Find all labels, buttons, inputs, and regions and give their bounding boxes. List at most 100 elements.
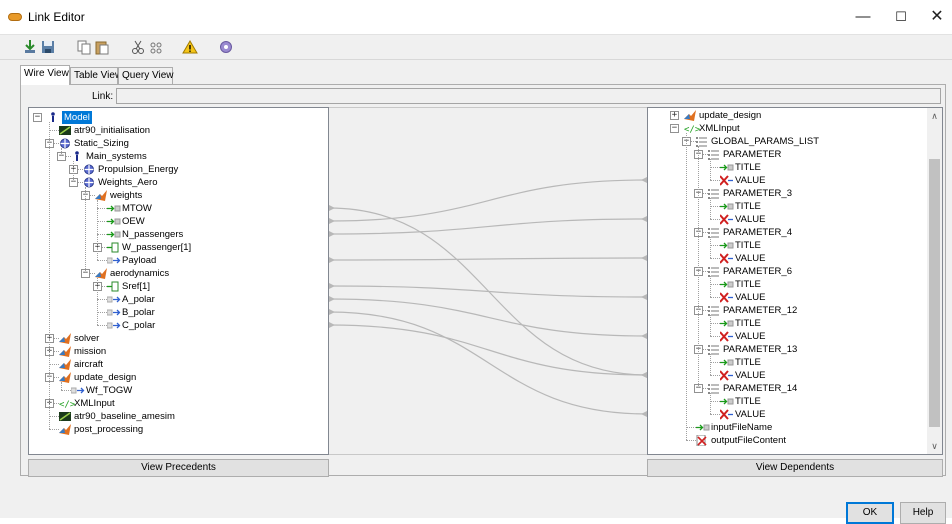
tree-node[interactable]: PARAMETER_13 [708, 343, 797, 356]
expand-icon[interactable]: + [670, 111, 679, 120]
tree-node[interactable]: solver [59, 332, 99, 345]
tree-node[interactable]: C_polar [106, 319, 155, 332]
save-icon[interactable] [40, 39, 56, 55]
close-button[interactable]: ✕ [920, 4, 952, 30]
cut-icon[interactable] [130, 39, 146, 55]
view-dependents-button[interactable]: View Dependents [647, 459, 943, 477]
tree-node[interactable]: W_passenger[1] [107, 241, 191, 254]
tree-node-label: PARAMETER_13 [723, 344, 798, 355]
tree-node[interactable]: </> XMLInput [684, 122, 740, 135]
tree-node-label: VALUE [735, 409, 766, 420]
tree-node[interactable]: TITLE [720, 317, 761, 330]
tree-node[interactable]: VALUE [719, 252, 766, 265]
tree-node[interactable]: TITLE [720, 239, 761, 252]
tree-node[interactable]: VALUE [719, 291, 765, 304]
settings-icon[interactable] [218, 39, 234, 55]
tree-node[interactable]: Sref[1] [107, 280, 150, 293]
tree-node[interactable]: Payload [106, 254, 156, 267]
warning-icon[interactable] [182, 39, 198, 55]
tree-node[interactable]: mission [59, 345, 106, 358]
tree-node[interactable]: outputFileContent [696, 434, 786, 447]
wire-canvas [328, 107, 648, 455]
tree-node[interactable]: PARAMETER_12 [708, 304, 797, 317]
link-icon[interactable] [148, 39, 164, 55]
tree-node[interactable]: VALUE [719, 213, 765, 226]
tree-node[interactable]: GLOBAL_PARAMS_LIST [696, 135, 819, 148]
tree-node[interactable]: OEW [107, 215, 145, 228]
tree-node[interactable]: TITLE [720, 161, 761, 174]
scroll-up-icon[interactable]: ∧ [927, 108, 942, 124]
tree-node-label: aircraft [74, 359, 104, 370]
tree-node[interactable]: Static_Sizing [59, 137, 129, 150]
tree-node[interactable]: post_processing [59, 423, 143, 436]
tree-node[interactable]: VALUE [719, 330, 766, 343]
tree-node[interactable]: weights [95, 189, 142, 202]
link-wire[interactable] [328, 257, 648, 261]
link-start-marker [329, 218, 335, 224]
link-wire[interactable] [328, 179, 648, 222]
tree-node[interactable]: A_polar [106, 293, 155, 306]
tree-node[interactable]: MTOW [107, 202, 152, 215]
collapse-icon[interactable]: − [33, 113, 42, 122]
collapse-icon[interactable]: − [670, 124, 679, 133]
tree-node-label: VALUE [735, 331, 766, 342]
link-wire[interactable] [328, 285, 648, 298]
tree-node[interactable]: atr90_initialisation [59, 124, 150, 137]
maximize-button[interactable]: ☐ [884, 4, 918, 30]
ok-button[interactable]: OK [846, 502, 894, 524]
tree-node[interactable]: atr90_baseline_amesim [59, 410, 175, 423]
tree-node-label: VALUE [735, 253, 766, 264]
tree-node[interactable]: aircraft [59, 358, 103, 371]
matlab-icon [59, 424, 71, 435]
tree-node[interactable]: Wf_TOGW [70, 384, 132, 397]
view-precedents-button[interactable]: View Precedents [28, 459, 329, 477]
tree-node[interactable]: Model [47, 111, 92, 124]
link-start-marker [329, 322, 335, 328]
import-icon[interactable] [22, 39, 38, 55]
tree-node[interactable]: B_polar [106, 306, 155, 319]
tree-node[interactable]: PARAMETER_6 [708, 265, 792, 278]
tree-node[interactable]: TITLE [720, 395, 761, 408]
vertical-scrollbar[interactable]: ∧ ∨ [927, 108, 942, 454]
tree-node[interactable]: Weights_Aero [83, 176, 158, 189]
link-field[interactable] [116, 88, 941, 104]
tree-guide [710, 393, 711, 414]
paste-icon[interactable] [94, 39, 110, 55]
tree-node[interactable]: N_passengers [107, 228, 183, 241]
tree-node[interactable]: inputFileName [696, 421, 772, 434]
copy-icon[interactable] [76, 39, 92, 55]
tree-node[interactable]: Main_systems [71, 150, 147, 163]
link-wire[interactable] [328, 298, 648, 337]
tree-node[interactable]: PARAMETER_4 [708, 226, 792, 239]
tab-query-view[interactable]: Query View [118, 67, 174, 84]
link-wire[interactable] [328, 324, 648, 376]
dependents-tree[interactable]: + update_design − </> XMLInput − GLOBAL_PARAMS… [647, 107, 943, 455]
tree-node[interactable]: Propulsion_Energy [83, 163, 178, 176]
link-wire[interactable] [328, 218, 648, 235]
tree-guide [97, 312, 107, 313]
tree-node[interactable]: PARAMETER_3 [708, 187, 792, 200]
tree-node[interactable]: </> XMLInput [59, 397, 115, 410]
link-start-marker [329, 205, 335, 211]
tree-node-label: PARAMETER [723, 149, 782, 160]
tree-node[interactable]: aerodynamics [95, 267, 169, 280]
tree-node[interactable]: VALUE [719, 174, 765, 187]
tab-table-view[interactable]: Table View [70, 67, 122, 84]
tree-node[interactable]: update_design [59, 371, 136, 384]
tree-node[interactable]: PARAMETER [708, 148, 781, 161]
help-button[interactable]: Help [900, 502, 946, 524]
tree-node[interactable]: TITLE [720, 356, 761, 369]
tab-wire-view[interactable]: Wire View [20, 65, 70, 85]
tree-node[interactable]: VALUE [719, 408, 766, 421]
scroll-down-icon[interactable]: ∨ [927, 438, 942, 454]
tree-node[interactable]: TITLE [720, 278, 761, 291]
tree-node[interactable]: TITLE [720, 200, 761, 213]
tree-node[interactable]: update_design [684, 109, 761, 122]
scroll-thumb[interactable] [929, 159, 940, 427]
tree-guide [97, 221, 107, 222]
tree-node[interactable]: PARAMETER_14 [708, 382, 797, 395]
precedents-tree[interactable]: − Model atr90_initialisation − Static_Sizing… [28, 107, 329, 455]
tree-node[interactable]: VALUE [719, 369, 765, 382]
link-label: Link: [92, 91, 114, 102]
minimize-button[interactable]: — [846, 4, 880, 30]
